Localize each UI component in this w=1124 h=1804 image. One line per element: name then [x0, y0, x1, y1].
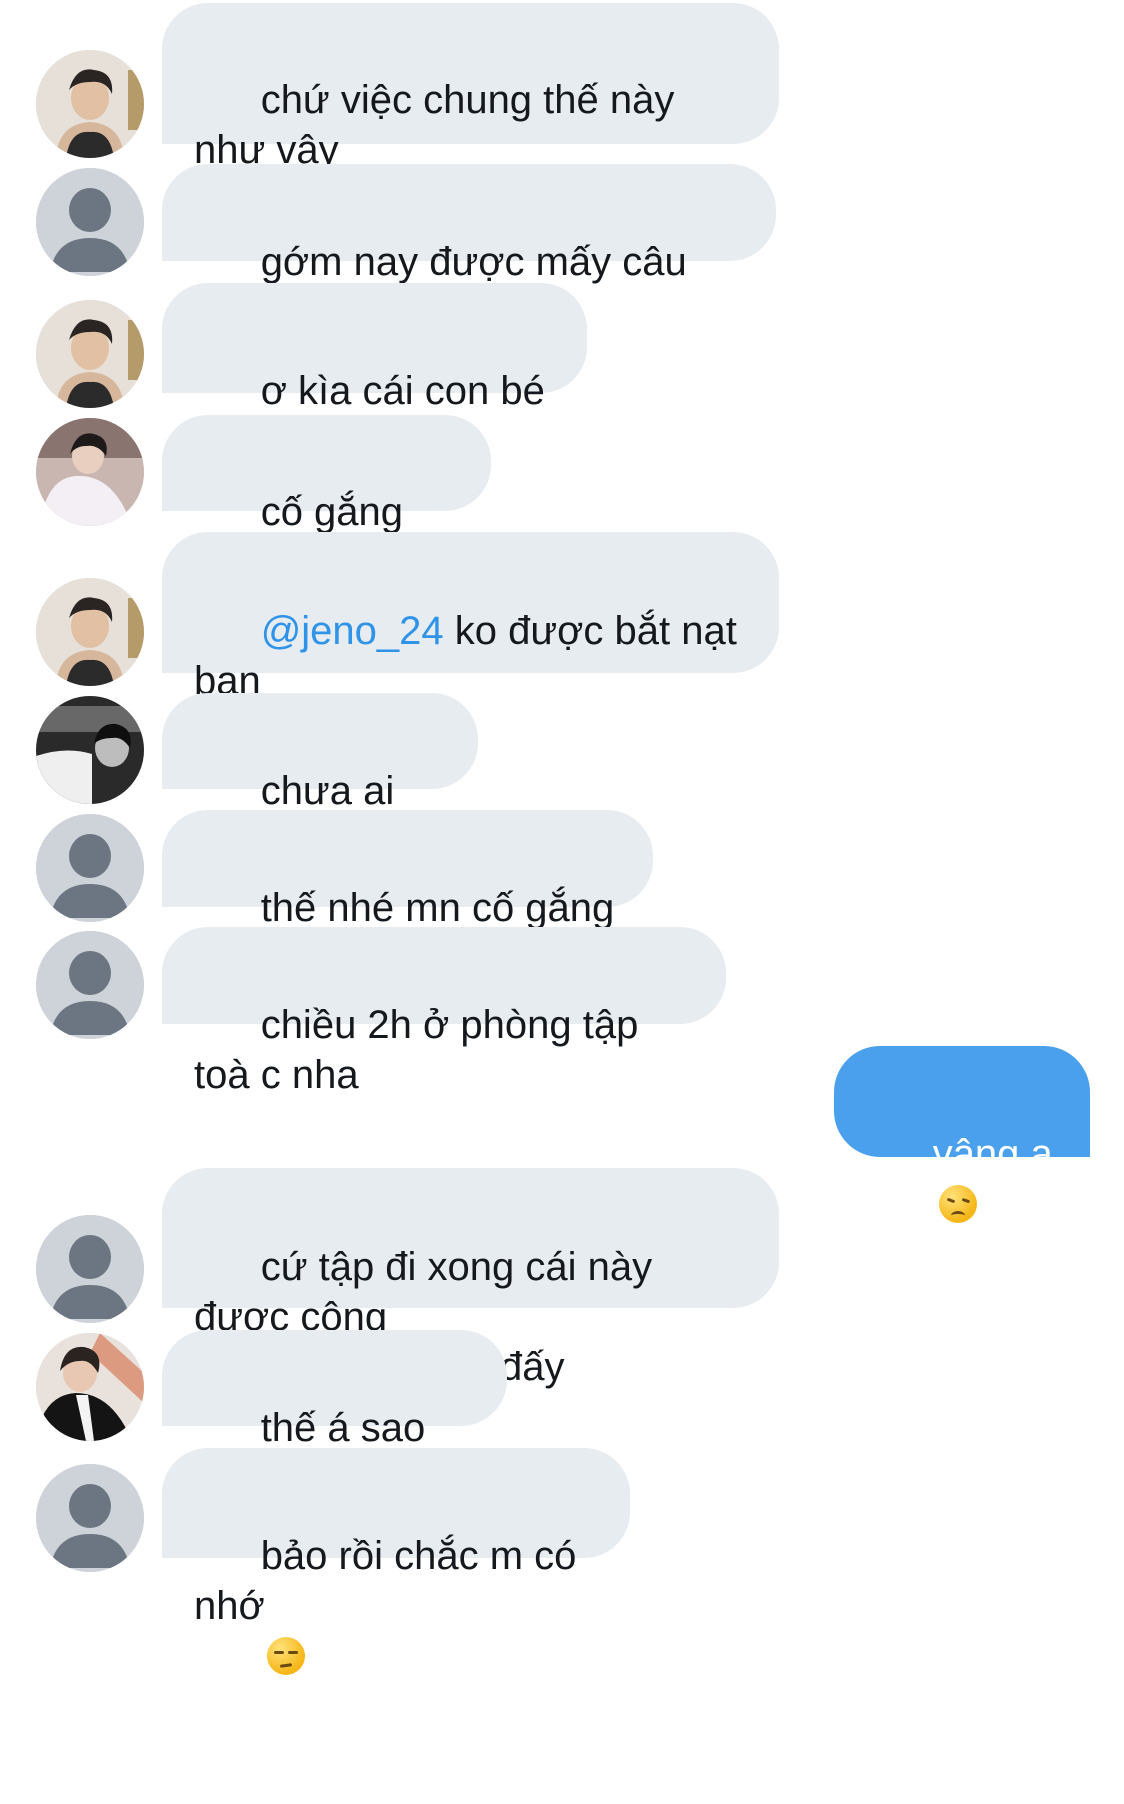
sender-avatar-guy-tank-top[interactable]	[36, 578, 144, 686]
message-bubble[interactable]: chứ việc chung thế này như vậy dễ mất lò…	[162, 3, 779, 222]
profile-photo-icon	[36, 1333, 144, 1441]
profile-photo-icon	[36, 418, 144, 526]
default-avatar-icon	[36, 814, 144, 922]
default-avatar-icon	[36, 1464, 144, 1572]
message-bubble-outgoing[interactable]: vâng ạ	[834, 1046, 1090, 1223]
sender-avatar-default[interactable]	[36, 931, 144, 1039]
message-text: vâng ạ	[932, 1132, 1053, 1176]
sender-avatar-monochrome[interactable]	[36, 696, 144, 804]
message-bubble[interactable]: cứ tập đi xong cái này được cộng điểm vớ…	[162, 1168, 779, 1389]
message-text: chiều 2h ở phòng tập toà c nha	[194, 1003, 650, 1097]
message-bubble[interactable]: thế á sao ko bảo e	[162, 1330, 507, 1500]
profile-photo-icon	[36, 300, 144, 408]
profile-photo-icon	[36, 696, 144, 804]
sender-avatar-default[interactable]	[36, 168, 144, 276]
disappointed-face-emoji-icon	[938, 1185, 977, 1223]
sender-avatar-black-jacket[interactable]	[36, 1333, 144, 1441]
unamused-face-emoji-icon	[266, 1637, 305, 1675]
default-avatar-icon	[36, 168, 144, 276]
sender-avatar-default[interactable]	[36, 1464, 144, 1572]
message-bubble[interactable]: thế nhé mn cố gắng giúp t	[162, 810, 653, 980]
message-bubble[interactable]: @jeno_24 ko được bắt nạt bạn đâu biết ch…	[162, 532, 779, 753]
sender-avatar-default[interactable]	[36, 1215, 144, 1323]
message-thread: chứ việc chung thế này như vậy dễ mất lò…	[0, 0, 1124, 1804]
profile-photo-icon	[36, 50, 144, 158]
message-bubble[interactable]: ơ kìa cái con bé này	[162, 283, 587, 510]
profile-photo-icon	[36, 578, 144, 686]
default-avatar-icon	[36, 1215, 144, 1323]
default-avatar-icon	[36, 931, 144, 1039]
message-bubble[interactable]: chiều 2h ở phòng tập toà c nha	[162, 927, 726, 1097]
sender-avatar-guy-tank-top[interactable]	[36, 50, 144, 158]
message-text: bảo rồi chắc m có nhớ	[194, 1534, 588, 1628]
message-bubble[interactable]: chưa ai làm gì :))	[162, 693, 478, 863]
message-bubble[interactable]: bảo rồi chắc m có nhớ	[162, 1448, 630, 1675]
message-bubble[interactable]: gớm nay được mấy câu được phết	[162, 164, 776, 334]
message-bubble[interactable]: cố gắng thôi ông	[162, 415, 491, 584]
sender-avatar-guy-tank-top[interactable]	[36, 300, 144, 408]
sender-avatar-white-shirt[interactable]	[36, 418, 144, 526]
sender-avatar-default[interactable]	[36, 814, 144, 922]
mention-link[interactable]: @jeno_24	[261, 609, 444, 653]
